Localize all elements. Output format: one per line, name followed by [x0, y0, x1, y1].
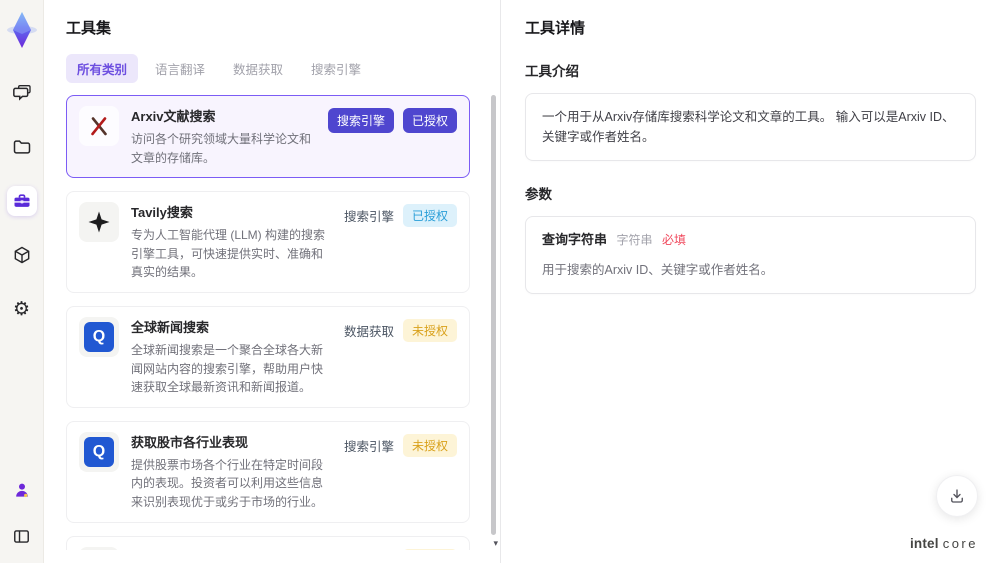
sidebar-item-account[interactable]: [7, 475, 37, 505]
intel-core-logo: intel core: [910, 536, 978, 551]
tool-description: 提供股票市场各个行业在特定时间段内的表现。投资者可以利用这些信息来识别表现优于或…: [131, 457, 324, 509]
core-logo-text: core: [942, 536, 978, 551]
tool-card-tavily[interactable]: Tavily搜索 专为人工智能代理 (LLM) 构建的搜索引擎工具，可快速提供实…: [66, 191, 470, 293]
sidebar-item-chat[interactable]: [7, 78, 37, 108]
icon-sidebar: ⚙: [0, 0, 44, 563]
gem-logo-icon: [6, 12, 37, 48]
app-logo: [2, 8, 42, 52]
tool-name: Arxiv文献搜索: [131, 109, 216, 124]
category-badge: 搜索引擎: [343, 439, 394, 454]
tool-name: 获取股市各行业表现: [131, 434, 249, 450]
status-badge: 未授权: [402, 433, 457, 457]
sidebar-item-models[interactable]: [7, 240, 37, 270]
params-heading: 参数: [525, 187, 552, 202]
tool-description: 专为人工智能代理 (LLM) 构建的搜索引擎工具，可快速提供实时、准确和真实的结…: [131, 228, 326, 280]
tool-description: 访问各个研究领域大量科学论文和文章的存储库。: [131, 132, 312, 165]
category-badge: 数据获取: [343, 324, 394, 339]
category-tabs: 所有类别 语言翻译 数据获取 搜索引擎: [66, 54, 482, 83]
tool-card-arxiv[interactable]: Arxiv文献搜索 访问各个研究领域大量科学论文和文章的存储库。 搜索引擎 已授…: [66, 95, 470, 179]
parameter-header: 查询字符串 字符串 必填: [542, 230, 959, 251]
sidebar-item-tools[interactable]: [6, 186, 37, 216]
tool-name: 获取市场最活跃股票信息: [131, 547, 332, 551]
status-badge: 未授权: [402, 548, 457, 550]
parameter-box: 查询字符串 字符串 必填 用于搜索的Arxiv ID、关键字或作者姓名。: [525, 216, 976, 294]
sidebar-nav: ⚙: [6, 78, 37, 324]
tool-card-global-news[interactable]: Q 全球新闻搜索 全球新闻搜索是一个聚合全球各大新闻网站内容的搜索引擎，帮助用户…: [66, 305, 470, 408]
download-button[interactable]: [936, 475, 978, 517]
arxiv-logo-icon: [79, 106, 119, 146]
toolbox-icon: [14, 194, 29, 207]
category-badge: 搜索引擎: [327, 108, 394, 133]
intro-text: 一个用于从Arxiv存储库搜索科学论文和文章的工具。 输入可以是Arxiv ID…: [542, 110, 955, 144]
stock-sector-logo-icon: Q: [79, 431, 119, 472]
intro-box: 一个用于从Arxiv存储库搜索科学论文和文章的工具。 输入可以是Arxiv ID…: [525, 93, 976, 161]
intel-logo-text: intel: [909, 536, 939, 551]
gear-icon: ⚙: [12, 297, 31, 320]
tab-data-acquisition[interactable]: 数据获取: [222, 54, 294, 83]
active-stocks-logo-icon: Q: [79, 546, 119, 550]
parameter-required-badge: 必填: [662, 233, 687, 247]
status-badge: 已授权: [402, 108, 457, 133]
app-window: ⚙ 工具集 所有类别 语言翻译 数据获取 搜索引擎 Arxiv文献搜索 访问各个…: [0, 0, 1000, 563]
scroll-down-icon[interactable]: ▾: [493, 539, 498, 549]
sidebar-item-settings[interactable]: ⚙: [7, 294, 37, 324]
cube-icon: [14, 246, 29, 264]
tool-card-active-stocks[interactable]: Q 获取市场最活跃股票信息 提供当天交易量最高的股票列表，投资者可以利用这些信息…: [66, 535, 470, 551]
tool-description: 全球新闻搜索是一个聚合全球各大新闻网站内容的搜索引擎，帮助用户快速获取全球最新资…: [131, 342, 324, 395]
global-news-logo-icon: Q: [79, 316, 119, 357]
tool-name: Tavily搜索: [131, 205, 193, 221]
details-title: 工具详情: [525, 20, 586, 37]
tool-card-list: Arxiv文献搜索 访问各个研究领域大量科学论文和文章的存储库。 搜索引擎 已授…: [66, 95, 482, 550]
parameter-description: 用于搜索的Arxiv ID、关键字或作者姓名。: [542, 262, 774, 277]
tab-language-translation[interactable]: 语言翻译: [144, 54, 216, 83]
page-title: 工具集: [66, 20, 112, 37]
tool-list-panel: 工具集 所有类别 语言翻译 数据获取 搜索引擎 Arxiv文献搜索 访问各个研究…: [44, 0, 501, 563]
tab-search-engine[interactable]: 搜索引擎: [300, 54, 372, 83]
intro-heading: 工具介绍: [525, 64, 579, 79]
tool-details-panel: 工具详情 工具介绍 一个用于从Arxiv存储库搜索科学论文和文章的工具。 输入可…: [501, 0, 1000, 563]
tool-card-stock-sector[interactable]: Q 获取股市各行业表现 提供股票市场各个行业在特定时间段内的表现。投资者可以利用…: [66, 420, 470, 523]
tab-all-categories[interactable]: 所有类别: [66, 54, 139, 83]
status-badge: 未授权: [402, 318, 457, 342]
user-icon: [15, 483, 28, 498]
tavily-logo-icon: [79, 202, 119, 243]
parameter-name: 查询字符串: [542, 232, 608, 247]
tool-name: 全球新闻搜索: [131, 319, 210, 335]
download-icon: [951, 489, 963, 503]
folder-icon: [13, 140, 30, 154]
sidebar-bottom: [7, 475, 37, 551]
parameter-type: 字符串: [616, 233, 653, 247]
list-scrollbar[interactable]: [491, 95, 496, 535]
chat-icon: [12, 85, 31, 101]
status-badge: 已授权: [402, 204, 457, 228]
sidebar-item-files[interactable]: [7, 132, 37, 162]
category-badge: 搜索引擎: [343, 210, 394, 225]
panel-toggle-icon: [14, 529, 29, 543]
sidebar-item-collapse[interactable]: [7, 521, 37, 551]
